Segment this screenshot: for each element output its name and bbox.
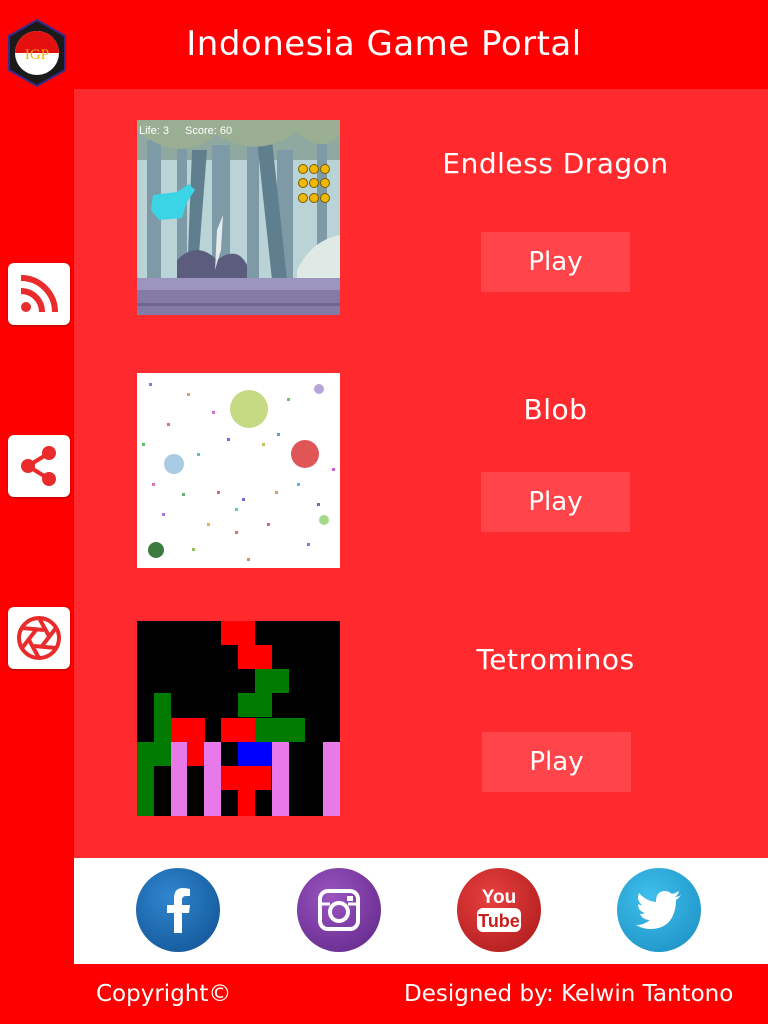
facebook-button[interactable] [136,868,220,952]
aperture-icon [17,616,61,660]
twitter-button[interactable] [617,868,701,952]
youtube-button[interactable]: You Tube [457,868,541,952]
copyright-text: Copyright© [96,981,232,1007]
hud-score: Score: 60 [185,125,232,137]
share-icon [21,446,56,486]
hud-life: Life: 3 [139,125,169,137]
sidebar-item-rss[interactable] [8,263,70,325]
games-panel: Life: 3 Score: 60 Endless Dragon Play Bl… [74,89,768,858]
tetrominos-thumbnail[interactable] [137,621,340,816]
instagram-button[interactable] [297,868,381,952]
page-title: Indonesia Game Portal [186,24,582,64]
twitter-icon [636,891,681,929]
designer-credit: Designed by: Kelwin Tantono [404,981,734,1007]
play-button-endless-dragon[interactable]: Play [481,232,630,292]
game-title-tetrominos: Tetrominos [476,643,635,676]
endless-dragon-thumbnail[interactable]: Life: 3 Score: 60 [137,120,340,315]
game-title-blob: Blob [523,393,588,426]
rss-icon [20,275,58,313]
facebook-icon [167,888,190,933]
sidebar-item-share[interactable] [8,435,70,497]
instagram-icon [318,889,360,931]
play-button-blob[interactable]: Play [481,472,630,532]
play-button-tetrominos[interactable]: Play [482,732,631,792]
sidebar-item-aperture[interactable] [8,607,70,669]
youtube-icon: You Tube [477,887,521,932]
svg-text:Tube: Tube [478,911,520,931]
blob-thumbnail[interactable] [137,373,340,568]
svg-text:You: You [482,887,516,908]
social-bar: You Tube [74,858,768,964]
game-title-endless-dragon: Endless Dragon [442,147,669,180]
